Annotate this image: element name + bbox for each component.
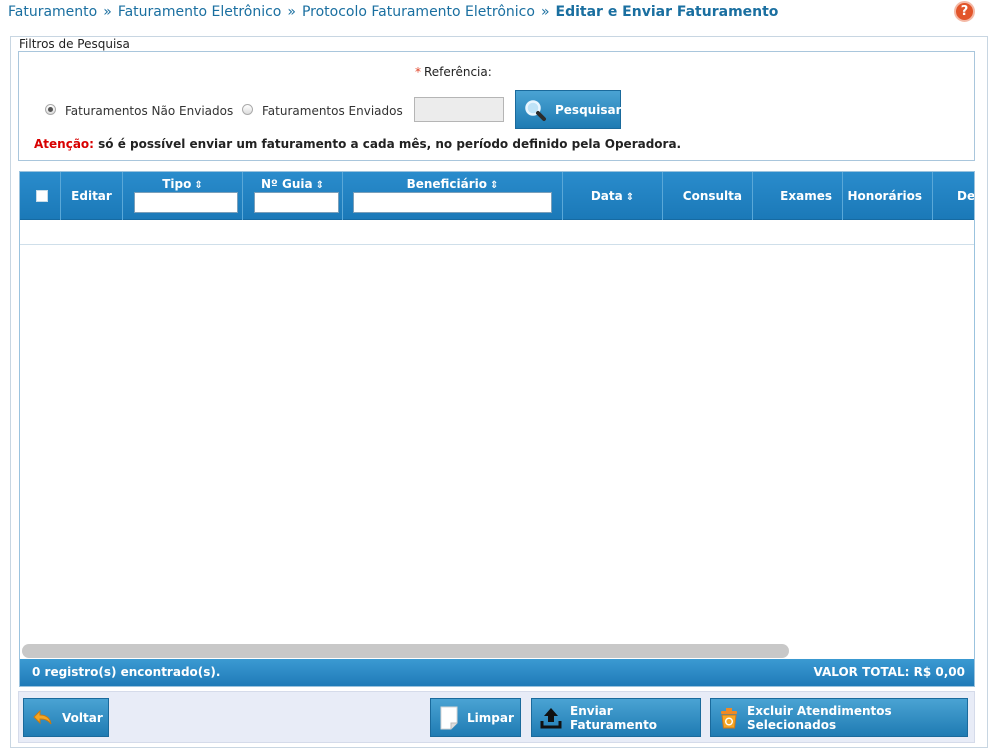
referencia-input[interactable]: [414, 97, 504, 122]
warning-message: Atenção: só é possível enviar um faturam…: [34, 137, 681, 151]
col-consulta: Consulta: [663, 172, 753, 220]
results-grid: Editar Tipo ⇕ Nº Guia ⇕ Beneficiário ⇕ Data…: [19, 171, 975, 687]
recycle-bin-icon: [719, 707, 739, 729]
radio-nao-enviados[interactable]: [45, 104, 56, 115]
back-button[interactable]: Voltar: [23, 698, 109, 737]
record-count: 0 registro(s) encontrado(s).: [32, 665, 221, 679]
col-numero-guia[interactable]: Nº Guia ⇕: [243, 172, 343, 220]
radio-enviados[interactable]: [242, 104, 253, 115]
sort-icon[interactable]: ⇕: [626, 192, 634, 203]
breadcrumb-item-faturamento-eletronico[interactable]: Faturamento Eletrônico: [118, 4, 282, 20]
col-exames-label: Exames: [780, 189, 832, 203]
delete-selected-button-label: Excluir Atendimentos Selecionados: [747, 703, 892, 732]
page-title: Editar e Enviar Faturamento: [555, 4, 779, 20]
col-beneficiario-label: Beneficiário: [406, 177, 488, 191]
col-select: [20, 172, 61, 220]
radio-nao-enviados-label[interactable]: Faturamentos Não Enviados: [65, 104, 233, 118]
col-truncated: De: [933, 172, 975, 220]
back-button-label: Voltar: [62, 710, 103, 725]
grid-footer: 0 registro(s) encontrado(s). VALOR TOTAL…: [20, 659, 974, 686]
send-billing-button[interactable]: Enviar Faturamento: [531, 698, 701, 737]
col-tipo-label: Tipo: [162, 177, 192, 191]
col-editar: Editar: [61, 172, 123, 220]
search-icon: [523, 98, 547, 122]
col-consulta-label: Consulta: [682, 189, 742, 203]
referencia-label: * Referência:: [415, 65, 492, 79]
col-exames: Exames: [753, 172, 843, 220]
search-button[interactable]: Pesquisar: [515, 90, 621, 129]
warning-text: só é possível enviar um faturamento a ca…: [93, 137, 682, 151]
question-icon[interactable]: ?: [954, 1, 975, 22]
clear-button[interactable]: Limpar: [430, 698, 521, 737]
sort-icon[interactable]: ⇕: [490, 180, 498, 191]
col-tipo[interactable]: Tipo ⇕: [123, 172, 243, 220]
required-mark: *: [415, 65, 421, 79]
col-data[interactable]: Data ⇕: [563, 172, 663, 220]
numero-guia-filter-input[interactable]: [254, 192, 339, 213]
col-honorarios-label: Honorários: [847, 189, 922, 203]
tipo-filter-input[interactable]: [134, 192, 238, 213]
breadcrumb-separator: »: [540, 4, 550, 20]
blank-page-icon: [439, 706, 459, 730]
col-honorarios: Honorários: [843, 172, 933, 220]
total-value: VALOR TOTAL: R$ 0,00: [813, 665, 965, 679]
filter-legend: Filtros de Pesquisa: [19, 37, 130, 51]
radio-enviados-label[interactable]: Faturamentos Enviados: [262, 104, 403, 118]
clear-button-label: Limpar: [467, 710, 514, 725]
referencia-label-text: Referência:: [424, 65, 492, 79]
breadcrumb-item-protocolo[interactable]: Protocolo Faturamento Eletrônico: [302, 4, 535, 20]
upload-icon: [540, 707, 562, 729]
grid-header: Editar Tipo ⇕ Nº Guia ⇕ Beneficiário ⇕ Data…: [20, 172, 975, 220]
warning-lead: Atenção:: [34, 137, 94, 151]
breadcrumb: Faturamento » Faturamento Eletrônico » P…: [8, 2, 778, 22]
send-billing-button-label: Enviar Faturamento: [570, 703, 658, 732]
col-beneficiario[interactable]: Beneficiário ⇕: [343, 172, 563, 220]
search-button-label: Pesquisar: [555, 102, 622, 117]
table-row: [20, 220, 974, 245]
breadcrumb-separator: »: [287, 4, 296, 20]
col-numero-guia-label: Nº Guia: [261, 177, 313, 191]
sort-icon[interactable]: ⇕: [194, 180, 202, 191]
col-truncated-label: De: [957, 189, 975, 203]
select-all-checkbox[interactable]: [36, 190, 48, 202]
breadcrumb-separator: »: [103, 4, 112, 20]
beneficiario-filter-input[interactable]: [353, 192, 552, 213]
breadcrumb-item-faturamento[interactable]: Faturamento: [8, 4, 97, 20]
back-arrow-icon: [32, 708, 54, 728]
sort-icon[interactable]: ⇕: [316, 180, 324, 191]
col-data-label: Data: [590, 189, 623, 203]
delete-selected-button[interactable]: Excluir Atendimentos Selecionados: [710, 698, 968, 737]
horizontal-scrollbar[interactable]: [22, 644, 789, 658]
col-editar-label: Editar: [71, 189, 112, 203]
